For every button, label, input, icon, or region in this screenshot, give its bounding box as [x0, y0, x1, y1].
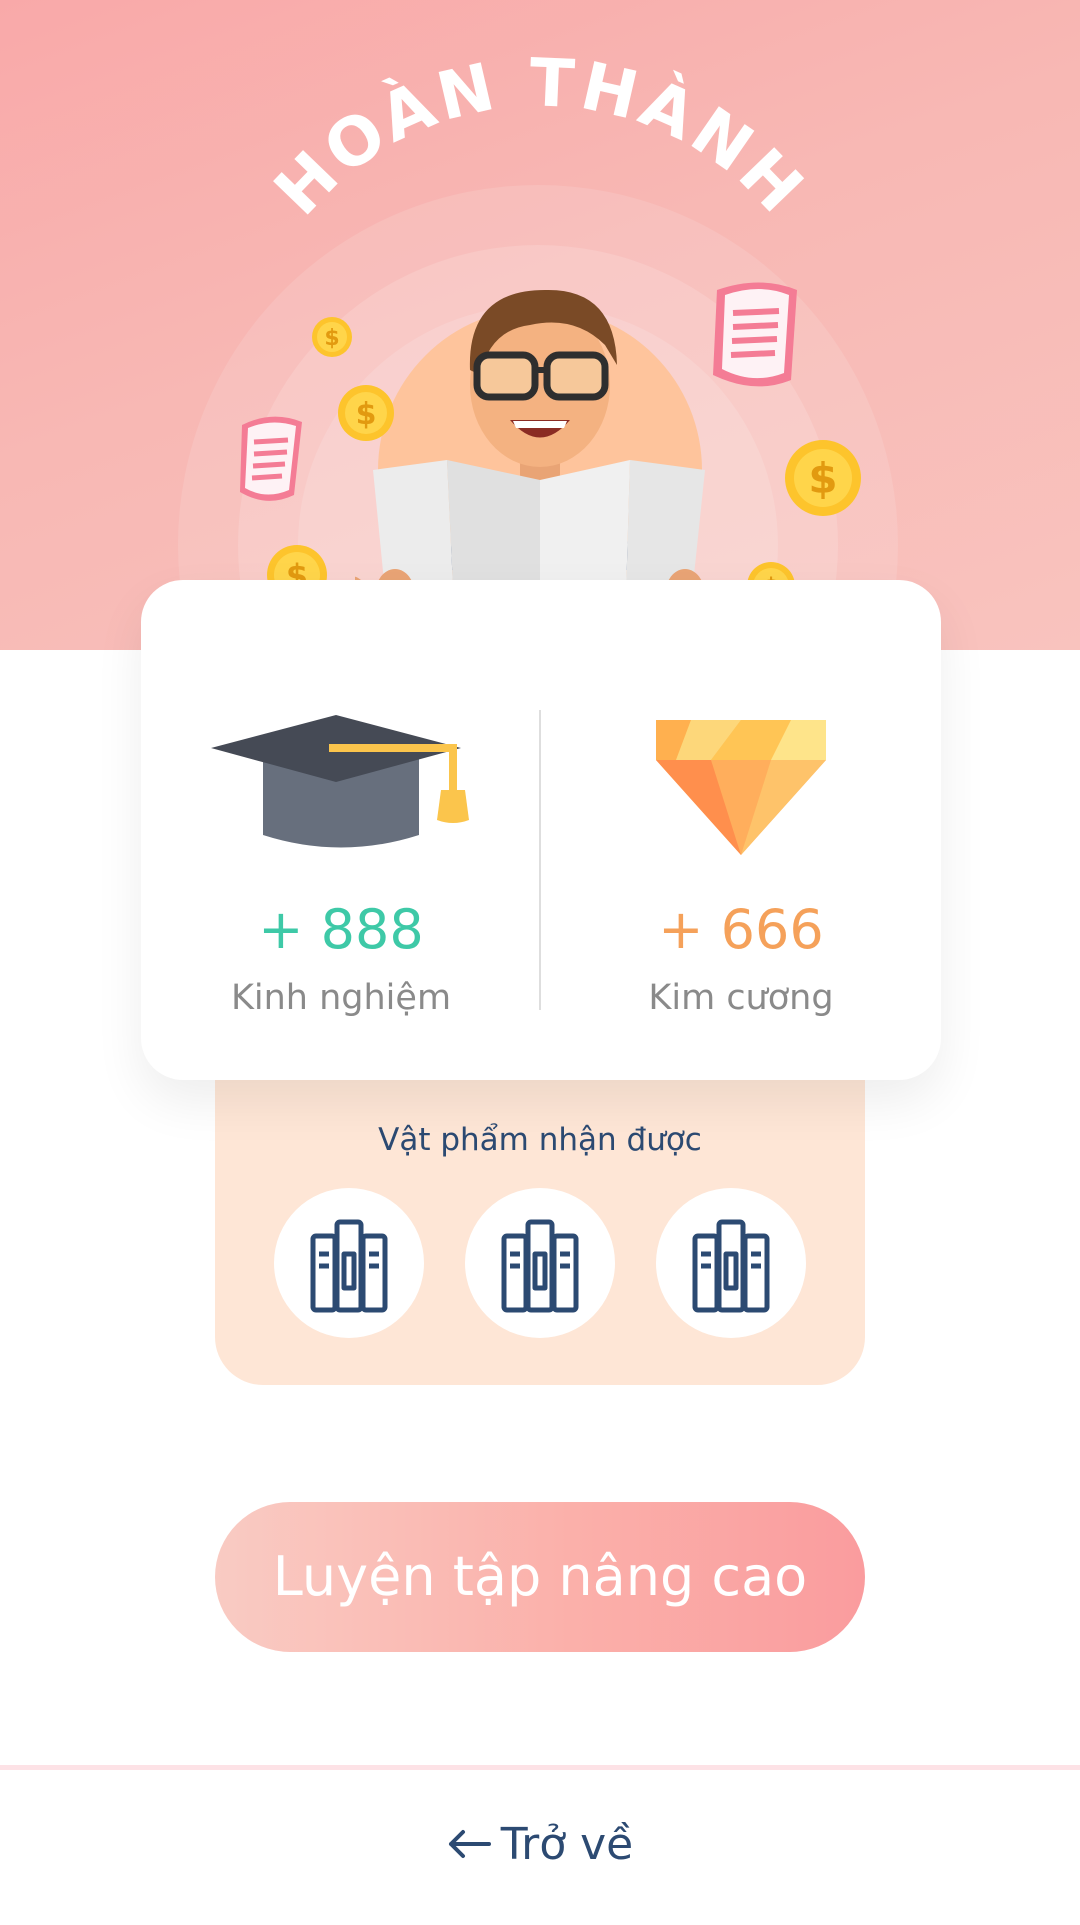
experience-value: + 888	[258, 898, 424, 961]
coin-icon: $	[338, 385, 394, 441]
diamond-value: + 666	[658, 898, 824, 961]
coin-icon: $	[312, 317, 352, 357]
diamond-icon	[656, 720, 826, 855]
reward-item[interactable]	[274, 1188, 424, 1338]
advanced-practice-button[interactable]: Luyện tập nâng cao	[215, 1502, 865, 1652]
reward-item[interactable]	[656, 1188, 806, 1338]
svg-text:HOÀN THÀNH: HOÀN THÀNH	[260, 44, 821, 230]
coin-icon: $	[785, 440, 861, 516]
diamond-label: Kim cương	[648, 978, 834, 1018]
svg-text:$: $	[356, 397, 377, 432]
back-label: Trở về	[500, 1819, 634, 1870]
items-title: Vật phẩm nhận được	[378, 1122, 702, 1158]
svg-text:$: $	[808, 454, 837, 503]
rewards-card: + 888 Kinh nghiệm + 666 Kim cương	[141, 580, 941, 1080]
reward-item[interactable]	[465, 1188, 615, 1338]
received-items-panel: Vật phẩm nhận được	[215, 1040, 865, 1385]
experience-label: Kinh nghiệm	[230, 978, 452, 1018]
books-icon	[310, 1219, 388, 1313]
back-button[interactable]: Trở về	[0, 1770, 1080, 1920]
experience-stat: + 888 Kinh nghiệm	[141, 580, 541, 1080]
books-icon	[501, 1219, 579, 1313]
receipt-icon	[240, 416, 302, 501]
footer-bar: Trở về	[0, 1765, 1080, 1925]
svg-text:$: $	[324, 326, 339, 351]
diamond-stat: + 666 Kim cương	[541, 580, 941, 1080]
title-text: HOÀN THÀNH	[260, 44, 817, 230]
receipt-icon	[713, 282, 797, 387]
books-icon	[692, 1219, 770, 1313]
graduation-cap-icon	[211, 715, 469, 848]
arrow-left-icon	[448, 1830, 491, 1858]
